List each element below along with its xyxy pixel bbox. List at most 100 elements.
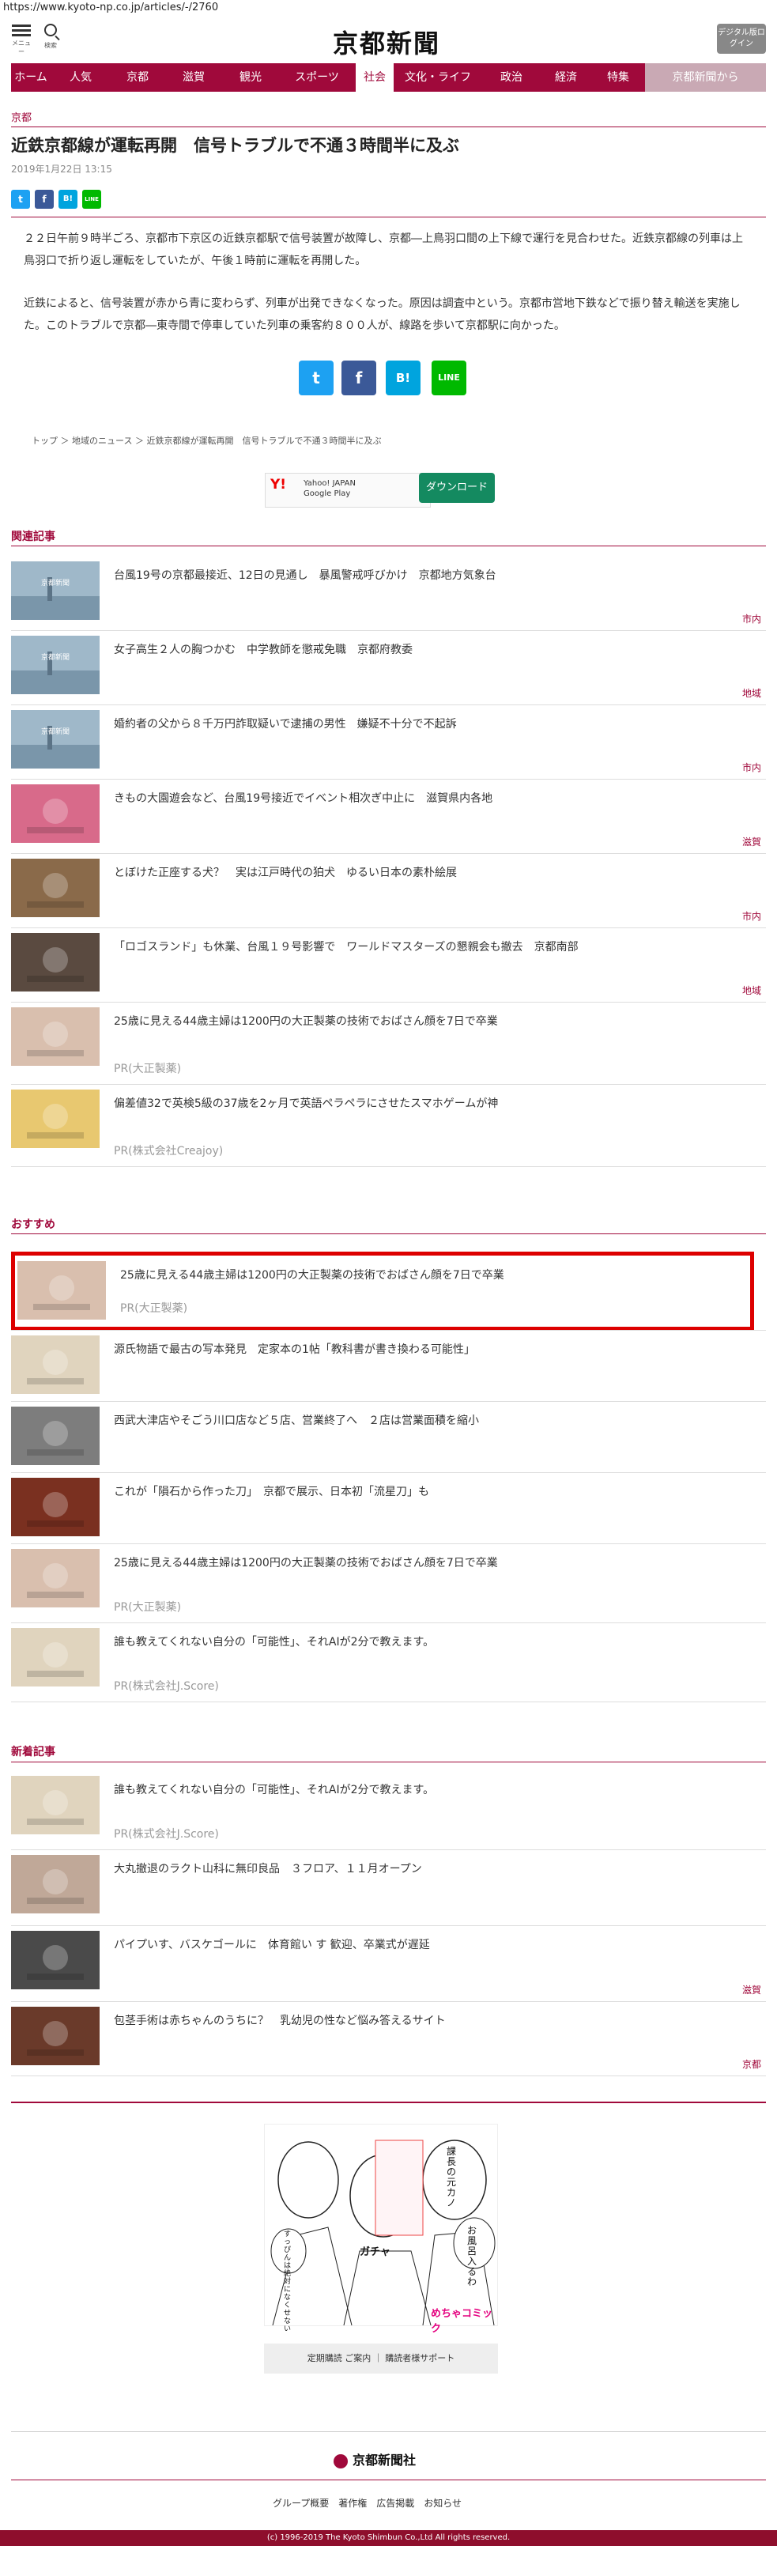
breadcrumb-current: 近鉄京都線が運転再開 信号トラブルで不通３時間半に及ぶ (146, 436, 382, 446)
svg-text:京都新聞: 京都新聞 (41, 578, 70, 587)
section-tag[interactable]: 地域 (742, 686, 761, 700)
nav-society[interactable]: 社会 (356, 63, 394, 92)
list-item[interactable]: パイプいす、バスケゴールに 体育館い す 歓迎、卒業式が遅延 滋賀 (11, 1926, 766, 2002)
facebook-share-icon[interactable]: f (341, 361, 376, 395)
nav-culture[interactable]: 文化・ライフ (394, 63, 482, 92)
list-item-title: 偏差値32で英検5級の37歳を2ヶ月で英語ペラペラにさせたスマホゲームが神 (114, 1097, 499, 1110)
menu-label: メニュー (12, 40, 31, 55)
line-share-icon[interactable]: LINE (82, 190, 101, 209)
section-tag[interactable]: 京都 (742, 2057, 761, 2071)
nav-home[interactable]: ホーム (11, 63, 51, 92)
pr-label: PR(株式会社Creajoy) (114, 1145, 224, 1158)
support-link[interactable]: 購読者様サポート (385, 2353, 455, 2363)
hatena-share-icon[interactable]: B! (386, 361, 421, 395)
article-category[interactable]: 京都 (11, 109, 32, 124)
nav-economy[interactable]: 経済 (541, 63, 591, 92)
list-item-title: 誰も教えてくれない自分の「可能性」、それAIが2分で教えます。 (114, 1636, 435, 1649)
list-item-title: 25歳に見える44歳主婦は1200円の大正製薬の技術でおばさん顔を7日で卒業 (114, 1015, 498, 1028)
list-item[interactable]: 京都新聞 台風19号の京都最接近、12日の見通し 暴風警戒呼びかけ 京都地方気象台… (11, 557, 766, 631)
list-item[interactable]: 包茎手術は赤ちゃんのうちに？ 乳幼児の性など悩み答えるサイト京都 (11, 2002, 766, 2076)
site-header: メニュー 検索 京都新聞 デジタル版ログイン (11, 19, 766, 65)
list-item[interactable]: 京都新聞 女子高生２人の胸つかむ 中学教師を懲戒免職 京都府教委 地域 (11, 631, 766, 705)
nav-popular[interactable]: 人気 (51, 63, 111, 92)
twitter-share-icon[interactable]: t (299, 361, 334, 395)
divider (11, 2102, 766, 2103)
thumbnail (11, 1855, 100, 1913)
list-item[interactable]: 25歳に見える44歳主婦は1200円の大正製薬の技術でおばさん顔を7日で卒業 PR… (11, 1003, 766, 1085)
list-item[interactable]: 「ロゴスランド」も休業、台風１９号影響で ワールドマスターズの懇親会も撤去 京都… (11, 928, 766, 1003)
section-tag[interactable]: 市内 (742, 612, 761, 625)
nav-features[interactable]: 特集 (591, 63, 645, 92)
list-item-title: 誰も教えてくれない自分の「可能性」、それAIが2分で教えます。 (114, 1784, 435, 1796)
hamburger-icon (11, 25, 32, 36)
site-logo[interactable]: 京都新聞 (323, 24, 450, 60)
twitter-share-icon[interactable]: t (11, 190, 30, 209)
manga-sfx: ガチャ (360, 2246, 390, 2258)
pr-label: PR(大正製薬) (114, 1063, 182, 1075)
search-button[interactable]: 検索 (41, 22, 60, 50)
thumbnail (11, 2007, 100, 2065)
manga-illustration (270, 2140, 496, 2326)
list-item[interactable]: きもの大園遊会など、台風19号接近でイベント相次ぎ中止に 滋賀県内各地 滋賀 (11, 780, 766, 854)
breadcrumb-top[interactable]: トップ (32, 436, 58, 446)
search-icon (44, 24, 57, 36)
breadcrumb: トップ ＞ 地域のニュース ＞ 近鉄京都線が運転再開 信号トラブルで不通３時間半… (32, 436, 382, 446)
newest-heading: 新着記事 (11, 1746, 55, 1758)
thumbnail (11, 1007, 100, 1066)
facebook-share-icon[interactable]: f (35, 190, 54, 209)
thumbnail (11, 784, 100, 843)
list-item[interactable]: 源氏物語で最古の写本発見 定家本の1帖「教科書が書き換わる可能性」 (11, 1331, 766, 1402)
breadcrumb-local[interactable]: 地域のニュース (72, 436, 132, 446)
list-item[interactable]: これが「隕石から作った刀」 京都で展示、日本初「流星刀」も (11, 1473, 766, 1544)
search-label: 検索 (44, 42, 57, 49)
list-item[interactable]: とぼけた正座する犬？ 実は江戸時代の狛犬 ゆるい日本の素朴絵展 市内 (11, 854, 766, 928)
nav-kyoto[interactable]: 京都 (111, 63, 164, 92)
list-item-title: 西武大津店やそごう川口店など５店、営業終了へ ２店は営業面積を縮小 (114, 1415, 479, 1427)
list-item[interactable]: 京都新聞 婚約者の父から８千万円詐取疑いで逮捕の男性 嫌疑不十分で不起訴 市内 (11, 705, 766, 780)
url-bar[interactable]: https://www.kyoto-np.co.jp/articles/-/27… (3, 0, 218, 16)
article-paragraph: 近鉄によると、信号装置が赤から青に変わらず、列車が出発できなくなった。原因は調査… (24, 297, 741, 332)
nav-sports[interactable]: スポーツ (278, 63, 356, 92)
divider (11, 1233, 766, 1234)
footer-logo[interactable]: 京都新聞社 (334, 2449, 416, 2468)
section-tag[interactable]: 地域 (742, 984, 761, 997)
copyright: (c) 1996-2019 The Kyoto Shimbun Co.,Ltd … (0, 2530, 777, 2546)
app-ad[interactable]: Y! Yahoo! JAPAN Google Play (265, 473, 431, 508)
list-item[interactable]: 25歳に見える44歳主婦は1200円の大正製薬の技術でおばさん顔を7日で卒業 PR… (11, 1544, 766, 1623)
login-button[interactable]: デジタル版ログイン (717, 24, 766, 54)
nav-shiga[interactable]: 滋賀 (164, 63, 223, 92)
nav-tourism[interactable]: 観光 (223, 63, 278, 92)
list-item[interactable]: 西武大津店やそごう川口店など５店、営業終了へ ２店は営業面積を縮小 (11, 1402, 766, 1473)
related-heading: 関連記事 (11, 531, 55, 543)
footer-links[interactable]: グループ概要 著作権 広告掲載 お知らせ (273, 2496, 462, 2510)
section-tag[interactable]: 市内 (742, 909, 761, 923)
list-item[interactable]: 誰も教えてくれない自分の「可能性」、それAIが2分で教えます。 PR(株式会社J.… (11, 1771, 766, 1850)
section-tag[interactable]: 市内 (742, 761, 761, 774)
list-item-title: 「ロゴスランド」も休業、台風１９号影響で ワールドマスターズの懇親会も撤去 京都… (114, 941, 579, 954)
pr-label: PR(株式会社J.Score) (114, 1680, 219, 1693)
menu-button[interactable]: メニュー (11, 22, 32, 56)
list-item[interactable]: 25歳に見える44歳主婦は1200円の大正製薬の技術でおばさん顔を7日で卒業 PR… (11, 1252, 766, 1331)
thumbnail (11, 1478, 100, 1536)
line-share-icon[interactable]: LINE (432, 361, 466, 395)
list-item-title: 台風19号の京都最接近、12日の見通し 暴風警戒呼びかけ 京都地方気象台 (114, 569, 496, 582)
section-tag[interactable]: 滋賀 (742, 835, 761, 848)
list-item-title: 女子高生２人の胸つかむ 中学教師を懲戒免職 京都府教委 (114, 644, 413, 656)
list-item[interactable]: 偏差値32で英検5級の37歳を2ヶ月で英語ペラペラにさせたスマホゲームが神 PR(… (11, 1085, 766, 1167)
thumbnail (11, 1335, 100, 1394)
thumbnail (11, 1549, 100, 1607)
yahoo-logo: Y! (270, 477, 287, 493)
thumbnail (11, 859, 100, 917)
hatena-share-icon[interactable]: B! (58, 190, 77, 209)
list-item[interactable]: 大丸撤退のラクト山科に無印良品 ３フロア、１１月オープン (11, 1850, 766, 1926)
nav-politics[interactable]: 政治 (482, 63, 541, 92)
list-item-title: 包茎手術は赤ちゃんのうちに？ 乳幼児の性など悩み答えるサイト (114, 2015, 446, 2027)
list-item[interactable]: 誰も教えてくれない自分の「可能性」、それAIが2分で教えます。 PR(株式会社J.… (11, 1623, 766, 1702)
subscribe-link[interactable]: 定期購読 ご案内 (307, 2353, 372, 2363)
manga-ad[interactable]: 課長の元カノ お風呂入るわ ガチャ すっぴんは絶対になくせない めちゃコミック (264, 2124, 498, 2335)
manga-bubble: お風呂入るわ (467, 2225, 477, 2287)
section-tag[interactable]: 滋賀 (742, 1983, 761, 1996)
nav-from-kyoto[interactable]: 京都新聞から (645, 63, 766, 92)
download-button[interactable]: ダウンロード (419, 473, 495, 503)
thumbnail (11, 933, 100, 991)
